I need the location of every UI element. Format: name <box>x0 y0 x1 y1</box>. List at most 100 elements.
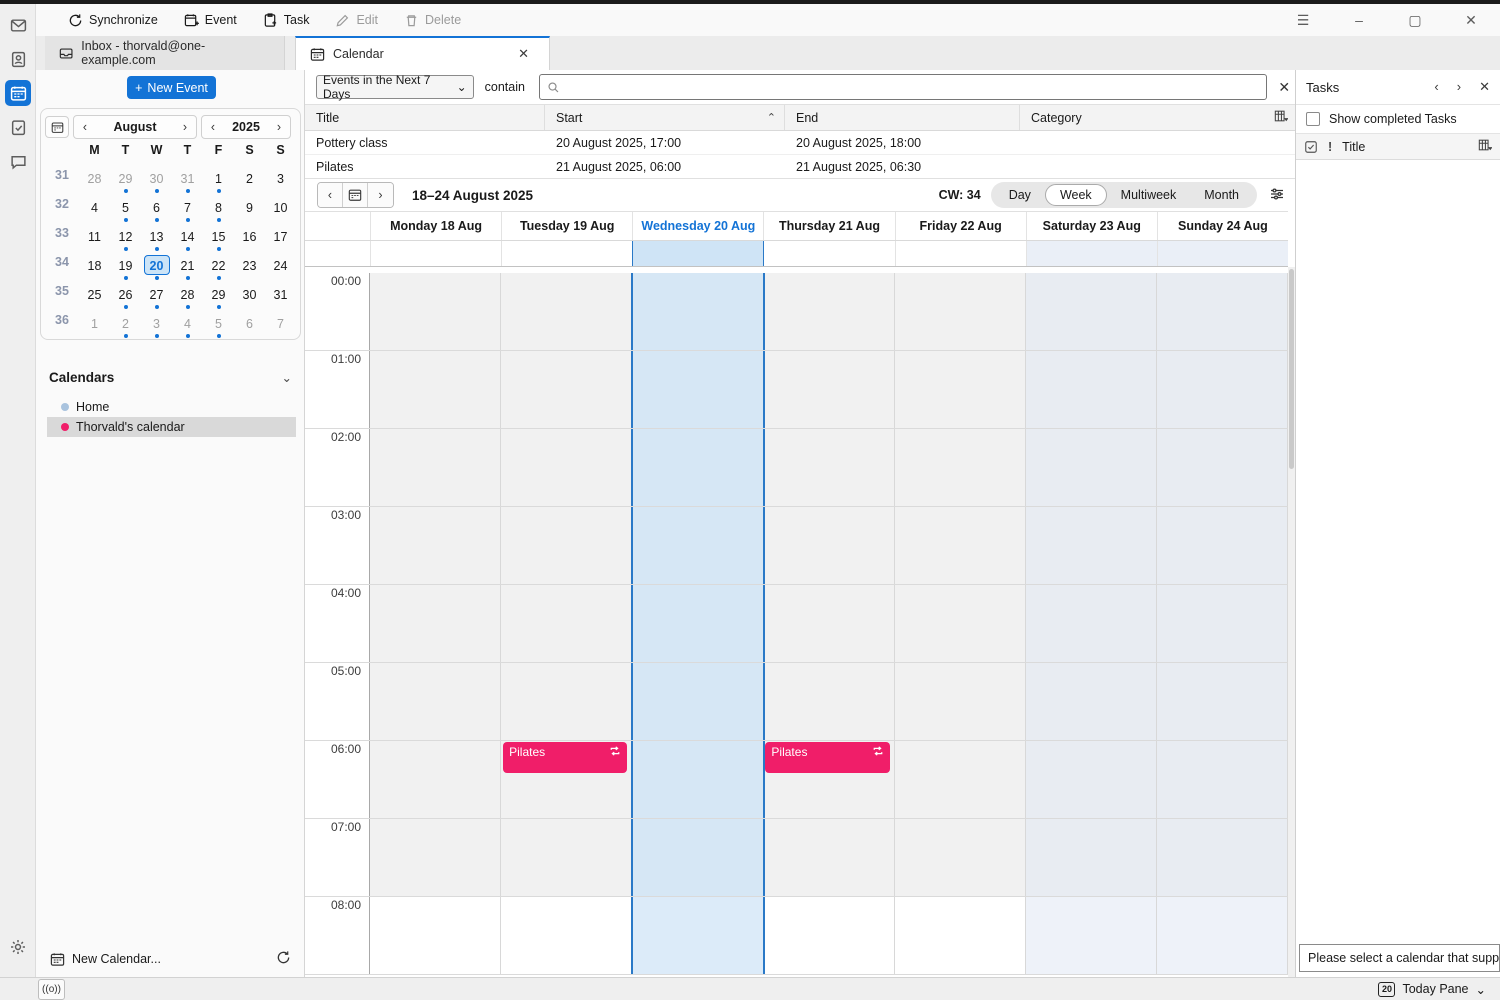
grid-cell[interactable] <box>895 897 1026 974</box>
event-list-row[interactable]: Pottery class20 August 2025, 17:0020 Aug… <box>305 131 1295 155</box>
column-picker-icon[interactable] <box>1274 109 1290 126</box>
grid-cell[interactable] <box>1157 351 1288 428</box>
view-options-icon[interactable] <box>1269 186 1285 205</box>
minical-day[interactable]: 31 <box>172 165 203 194</box>
grid-cell[interactable] <box>765 273 896 350</box>
minical-day[interactable]: 14 <box>172 223 203 252</box>
calendar-event[interactable]: Pilates <box>503 742 627 773</box>
grid-cell[interactable] <box>370 741 501 818</box>
tasks-prev-icon[interactable]: ‹ <box>1434 79 1438 95</box>
maximize-icon[interactable]: ▢ <box>1400 12 1430 29</box>
all-day-cell[interactable] <box>763 241 894 266</box>
new-task-toolbar-button[interactable]: Task <box>255 9 318 32</box>
day-header[interactable]: Wednesday 20 Aug <box>632 212 763 240</box>
grid-cell[interactable] <box>501 897 633 974</box>
grid-cell[interactable] <box>370 351 501 428</box>
grid-cell[interactable] <box>1026 273 1157 350</box>
grid-scrollbar[interactable] <box>1288 267 1295 977</box>
tasks-space-icon[interactable] <box>5 114 31 140</box>
grid-cell[interactable] <box>895 819 1026 896</box>
grid-cell[interactable] <box>501 819 633 896</box>
new-event-toolbar-button[interactable]: Event <box>176 9 245 32</box>
grid-cell[interactable] <box>895 273 1026 350</box>
minical-day[interactable]: 6 <box>234 310 265 339</box>
tasks-close-icon[interactable]: ✕ <box>1479 79 1490 95</box>
grid-cell[interactable] <box>1026 741 1157 818</box>
grid-cell[interactable] <box>1157 507 1288 584</box>
next-month-icon[interactable]: › <box>174 120 196 134</box>
minical-day[interactable]: 18 <box>79 252 110 281</box>
grid-cell[interactable] <box>765 897 896 974</box>
minical-day[interactable]: 7 <box>172 194 203 223</box>
minical-day[interactable]: 5 <box>203 310 234 339</box>
grid-cell[interactable] <box>895 507 1026 584</box>
grid-cell[interactable] <box>633 663 765 740</box>
status-broadcast-icon[interactable]: ((o)) <box>38 979 65 1000</box>
column-end[interactable]: End <box>785 105 1020 130</box>
day-header[interactable]: Tuesday 19 Aug <box>501 212 632 240</box>
grid-cell[interactable] <box>501 429 633 506</box>
chat-space-icon[interactable] <box>5 148 31 174</box>
grid-cell[interactable] <box>765 507 896 584</box>
close-filter-icon[interactable]: ✕ <box>1273 79 1295 96</box>
grid-cell[interactable] <box>501 273 633 350</box>
tasks-title-column[interactable]: Title <box>1342 140 1365 154</box>
tasks-next-icon[interactable]: › <box>1457 79 1461 95</box>
minimize-icon[interactable]: – <box>1344 12 1374 28</box>
minical-day[interactable]: 22 <box>203 252 234 281</box>
minical-day[interactable]: 21 <box>172 252 203 281</box>
calendar-event[interactable]: Pilates <box>765 742 889 773</box>
tab-calendar[interactable]: Calendar ✕ <box>295 36 550 70</box>
synchronize-button[interactable]: Synchronize <box>60 9 166 32</box>
grid-cell[interactable] <box>895 741 1026 818</box>
all-day-cell[interactable] <box>1026 241 1157 266</box>
grid-cell[interactable] <box>370 819 501 896</box>
column-category[interactable]: Category <box>1020 105 1269 130</box>
grid-cell[interactable] <box>765 663 896 740</box>
minical-day[interactable]: 26 <box>110 281 141 310</box>
show-completed-checkbox[interactable] <box>1306 112 1320 126</box>
event-list-row[interactable]: Pilates21 August 2025, 06:0021 August 20… <box>305 155 1295 179</box>
minical-day[interactable]: 1 <box>79 310 110 339</box>
calendars-section-header[interactable]: Calendars ⌄ <box>49 370 292 385</box>
minical-day[interactable]: 6 <box>141 194 172 223</box>
grid-cell[interactable] <box>1026 507 1157 584</box>
minical-today-icon[interactable] <box>45 116 69 138</box>
grid-cell[interactable] <box>1026 819 1157 896</box>
close-tab-icon[interactable]: ✕ <box>512 44 535 64</box>
minical-day[interactable]: 20 <box>141 252 172 281</box>
grid-cell[interactable] <box>633 351 765 428</box>
grid-cell[interactable] <box>765 819 896 896</box>
minical-day[interactable]: 10 <box>265 194 296 223</box>
go-to-today-button[interactable] <box>343 183 368 207</box>
grid-cell[interactable] <box>1026 897 1157 974</box>
minical-day[interactable]: 30 <box>141 165 172 194</box>
edit-button[interactable]: Edit <box>327 9 386 32</box>
day-header[interactable]: Monday 18 Aug <box>370 212 501 240</box>
grid-cell[interactable] <box>895 663 1026 740</box>
sync-calendars-icon[interactable] <box>276 950 291 968</box>
grid-cell[interactable] <box>1026 663 1157 740</box>
minical-day[interactable]: 25 <box>79 281 110 310</box>
minical-day[interactable]: 19 <box>110 252 141 281</box>
grid-cell[interactable] <box>1157 429 1288 506</box>
settings-gear-icon[interactable] <box>9 938 27 959</box>
minical-day[interactable]: 23 <box>234 252 265 281</box>
grid-cell[interactable] <box>1026 351 1157 428</box>
minical-day[interactable]: 2 <box>110 310 141 339</box>
minical-day[interactable]: 7 <box>265 310 296 339</box>
app-menu-icon[interactable]: ☰ <box>1288 12 1318 29</box>
minical-day[interactable]: 4 <box>79 194 110 223</box>
new-calendar-button[interactable]: New Calendar... <box>36 945 305 973</box>
event-filter-dropdown[interactable]: Events in the Next 7 Days ⌄ <box>316 75 474 99</box>
grid-cell[interactable] <box>895 429 1026 506</box>
calendar-list-item[interactable]: Thorvald's calendar <box>47 417 296 437</box>
all-day-cell[interactable] <box>370 241 501 266</box>
tab-inbox[interactable]: Inbox - thorvald@one-example.com <box>45 36 285 70</box>
day-header[interactable]: Saturday 23 Aug <box>1026 212 1157 240</box>
day-header[interactable]: Sunday 24 Aug <box>1157 212 1288 240</box>
all-day-cell[interactable] <box>632 241 763 266</box>
grid-cell[interactable] <box>1157 897 1288 974</box>
minical-day[interactable]: 24 <box>265 252 296 281</box>
minical-day[interactable]: 5 <box>110 194 141 223</box>
